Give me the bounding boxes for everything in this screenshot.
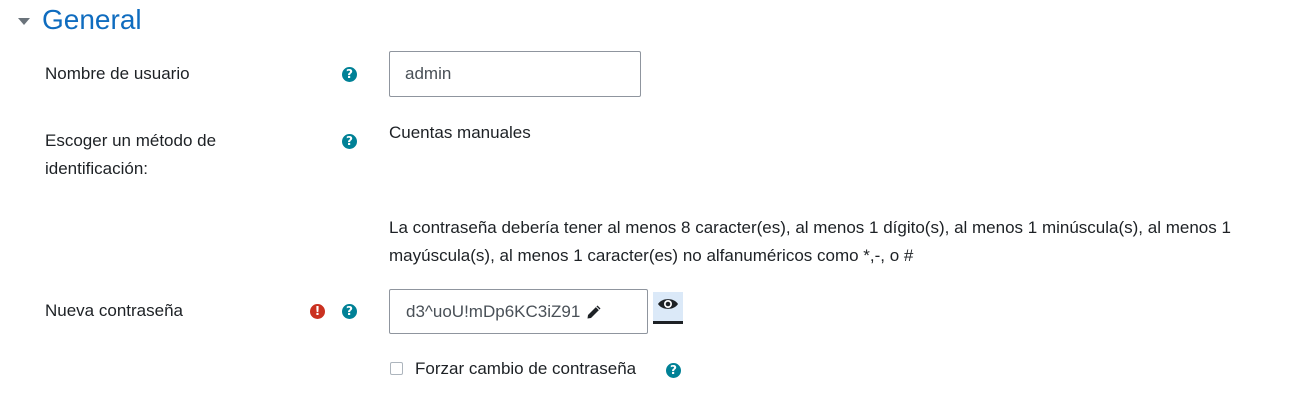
caret-down-icon[interactable] [18,17,30,25]
password-rules-line2: mayúscula(s), al menos 1 caracter(es) no… [389,246,914,265]
auth-method-label-line1: Escoger un método de [45,131,217,150]
username-input[interactable]: admin [389,51,641,97]
new-password-input[interactable]: d3^uoU!mDp6KC3iZ91 [389,289,648,334]
username-label: Nombre de usuario [45,64,190,83]
auth-method-value: Cuentas manuales [389,123,531,142]
password-rules: La contraseña debería tener al menos 8 c… [389,214,1304,270]
eye-icon [657,297,679,316]
question-circle-icon[interactable]: ? [342,304,357,319]
reveal-password-button[interactable] [653,292,683,324]
auth-method-label: Escoger un método de identificación: [45,127,216,183]
force-change-label[interactable]: Forzar cambio de contraseña [415,356,636,382]
password-rules-line1: La contraseña debería tener al menos 8 c… [389,218,1231,237]
exclamation-circle-icon: ! [310,304,325,319]
pencil-icon[interactable] [586,304,602,320]
section-title[interactable]: General [42,2,142,38]
question-circle-icon[interactable]: ? [342,134,357,149]
username-value: admin [405,64,452,83]
auth-method-label-line2: identificación: [45,159,149,178]
new-password-label: Nueva contraseña [45,301,183,320]
section-header-general[interactable]: General [18,2,142,38]
question-circle-icon[interactable]: ? [666,363,681,378]
new-password-value: d3^uoU!mDp6KC3iZ91 [406,301,581,321]
question-circle-icon[interactable]: ? [342,67,357,82]
force-change-checkbox[interactable] [390,362,403,375]
